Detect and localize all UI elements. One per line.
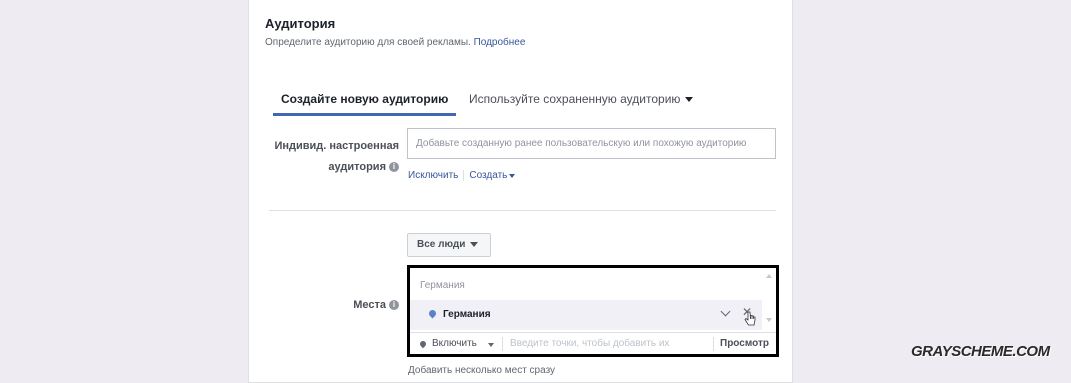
audience-subtitle-text: Определите аудиторию для своей рекламы.	[265, 37, 471, 48]
caret-down-icon	[509, 173, 516, 178]
custom-audience-input[interactable]: Добавьте созданную ранее пользовательску…	[407, 128, 776, 159]
caret-down-icon[interactable]	[488, 343, 494, 347]
divider	[713, 337, 714, 351]
locations-label: Места i	[269, 299, 399, 311]
scroll-down-icon[interactable]	[766, 318, 772, 322]
map-pin-icon	[427, 308, 438, 319]
selected-location-row[interactable]: Германия ✕	[410, 300, 762, 330]
location-search-input[interactable]: Введите точки, чтобы добавить их	[510, 338, 669, 349]
hand-cursor-icon	[744, 311, 756, 326]
add-multiple-locations-link[interactable]: Добавить несколько мест сразу	[408, 365, 555, 376]
divider	[463, 170, 465, 181]
browse-button[interactable]: Просмотр	[720, 338, 769, 349]
caret-down-icon	[685, 97, 694, 103]
divider	[502, 337, 503, 351]
chevron-down-icon[interactable]	[720, 306, 731, 317]
audience-panel: Аудитория Определите аудиторию для своей…	[248, 0, 793, 383]
create-dropdown[interactable]: Создать	[469, 170, 516, 182]
people-type-dropdown[interactable]: Все люди	[407, 233, 491, 257]
map-pin-icon	[418, 339, 428, 349]
exclude-link[interactable]: Исключить	[408, 170, 458, 181]
custom-audience-label: Индивид. настроенная аудитория i	[269, 140, 399, 173]
section-divider	[269, 210, 776, 211]
location-input-bar: Включить Введите точки, чтобы добавить и…	[410, 332, 776, 355]
locations-label-text: Места	[353, 299, 386, 311]
create-link-label: Создать	[469, 170, 508, 182]
people-type-label: Все люди	[417, 239, 466, 250]
location-scrollbar[interactable]	[763, 268, 776, 330]
audience-tabs: Создайте новую аудиторию Используйте сох…	[272, 86, 743, 118]
tab-use-saved-audience-label: Используйте сохраненную аудиторию	[469, 92, 681, 106]
caret-down-icon	[470, 241, 479, 247]
learn-more-link[interactable]: Подробнее	[474, 37, 526, 48]
page: Аудитория Определите аудиторию для своей…	[0, 0, 1071, 383]
audience-title: Аудитория	[265, 16, 336, 31]
location-hint: Германия	[420, 280, 465, 291]
custom-audience-label-line2: аудитория	[328, 161, 386, 173]
include-dropdown[interactable]: Включить	[432, 338, 477, 349]
info-icon[interactable]: i	[389, 162, 399, 173]
audience-subtitle: Определите аудиторию для своей рекламы. …	[265, 37, 525, 48]
watermark: GRAYSCHEME.COM	[911, 343, 1050, 360]
custom-audience-label-line1: Индивид. настроенная	[274, 140, 399, 152]
custom-audience-label-line2-wrap: аудитория i	[269, 161, 399, 173]
tab-use-saved-audience[interactable]: Используйте сохраненную аудиторию	[469, 86, 694, 116]
tab-create-new-audience[interactable]: Создайте новую аудиторию	[272, 86, 457, 116]
location-selector: Германия Германия ✕ Включить Введите точ…	[407, 265, 779, 357]
selected-location-name: Германия	[443, 309, 491, 320]
scroll-up-icon[interactable]	[766, 274, 772, 278]
custom-audience-actions: Исключить Создать	[408, 170, 516, 182]
info-icon[interactable]: i	[389, 300, 399, 311]
